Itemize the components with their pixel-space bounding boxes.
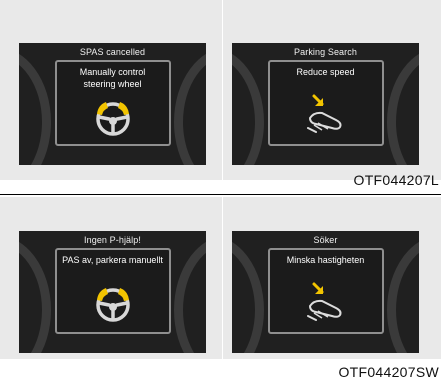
foot-on-brake-icon <box>302 280 350 327</box>
message-text: Manually control steering wheel <box>79 67 146 89</box>
gauge-arc-right <box>387 235 419 353</box>
bottom-section: Ingen P-hjälp! PAS av, parkera manuellt … <box>0 197 441 359</box>
gauge-arc-left <box>232 47 264 165</box>
figure-code: OTF044207L <box>353 172 439 188</box>
cluster-display-soker: Söker Minska hastigheten <box>232 231 419 353</box>
message-text: Minska hastigheten <box>286 255 365 265</box>
top-section: SPAS cancelled Manually control steering… <box>0 0 441 188</box>
column-divider <box>222 0 223 180</box>
message-box: Reduce speed <box>267 60 384 146</box>
display-title: Parking Search <box>294 47 357 57</box>
gauge-arc-right <box>387 47 419 165</box>
cluster-display-spas-cancelled: SPAS cancelled Manually control steering… <box>19 43 206 165</box>
figure-code: OTF044207SW <box>338 364 439 380</box>
section-separator <box>0 194 441 195</box>
gauge-arc-left <box>19 47 51 165</box>
cluster-display-ingen-p-hjalp: Ingen P-hjälp! PAS av, parkera manuellt <box>19 231 206 353</box>
display-title: Ingen P-hjälp! <box>84 235 141 245</box>
gauge-arc-left <box>19 235 51 353</box>
gauge-arc-right <box>174 47 206 165</box>
message-text: PAS av, parkera manuellt <box>62 255 163 265</box>
gauge-arc-right <box>174 235 206 353</box>
message-box: PAS av, parkera manuellt <box>54 248 171 334</box>
message-box: Manually control steering wheel <box>54 60 171 146</box>
message-text: Reduce speed <box>296 67 355 77</box>
column-divider <box>222 197 223 359</box>
display-title: SPAS cancelled <box>79 47 146 57</box>
steering-wheel-icon <box>92 284 134 331</box>
cluster-display-parking-search: Parking Search Reduce speed <box>232 43 419 165</box>
foot-on-brake-icon <box>302 92 350 139</box>
steering-wheel-icon <box>92 98 134 145</box>
display-title: Söker <box>313 235 338 245</box>
message-box: Minska hastigheten <box>267 248 384 334</box>
gauge-arc-left <box>232 235 264 353</box>
